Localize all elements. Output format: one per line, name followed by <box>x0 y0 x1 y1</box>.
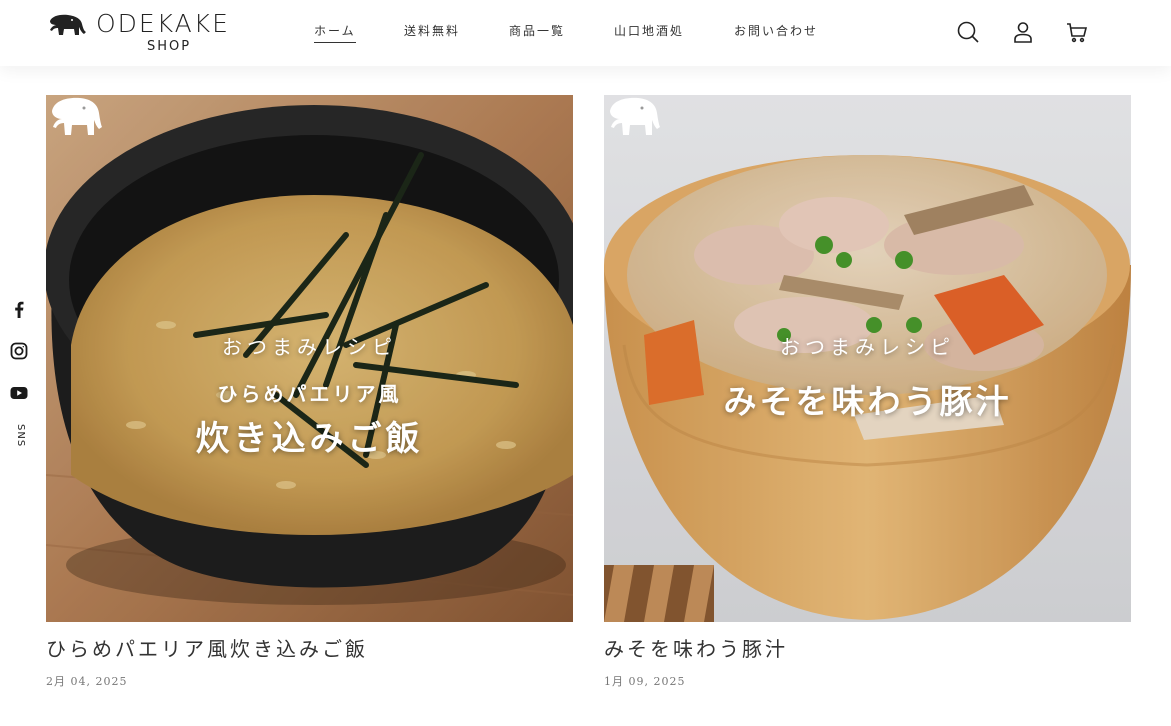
elephant-logo-icon <box>50 14 86 35</box>
overlay-kicker: おつまみレシピ <box>222 335 397 359</box>
article-image-takikomi[interactable]: おつまみレシピ ひらめパエリア風 炊き込みご飯 <box>46 95 573 622</box>
article-image-tonjiru[interactable]: おつまみレシピ みそを味わう豚汁 <box>604 95 1131 622</box>
youtube-icon[interactable] <box>10 384 28 402</box>
nav-products[interactable]: 商品一覧 <box>509 22 565 40</box>
account-icon[interactable] <box>1011 20 1035 44</box>
overlay-title: みそを味わう豚汁 <box>723 382 1012 421</box>
elephant-emblem-icon <box>610 97 660 135</box>
logo-subtext: SHOP <box>147 39 192 54</box>
nav-home[interactable]: ホーム <box>314 22 356 43</box>
overlay-subtitle: ひらめパエリア風 <box>217 382 402 406</box>
site-logo[interactable]: ODEKAKE SHOP <box>46 9 241 56</box>
article-date: 2月 04, 2025 <box>46 675 128 688</box>
article-title[interactable]: みそを味わう豚汁 <box>604 636 788 662</box>
article-date: 1月 09, 2025 <box>604 675 686 688</box>
logo-text: ODEKAKE <box>96 9 230 38</box>
instagram-icon[interactable] <box>10 342 28 360</box>
overlay-kicker: おつまみレシピ <box>780 335 955 359</box>
elephant-emblem-icon <box>52 97 102 135</box>
sns-label: SNS <box>15 424 26 448</box>
overlay-title: 炊き込みご飯 <box>195 419 424 459</box>
article-card-takikomi[interactable]: おつまみレシピ ひらめパエリア風 炊き込みご飯 ひらめパエリア風炊き込みご飯 2… <box>46 95 573 688</box>
facebook-icon[interactable] <box>10 300 28 318</box>
nav-contact[interactable]: お問い合わせ <box>734 22 818 40</box>
site-header: ODEKAKE SHOP ホーム 送料無料 商品一覧 山口地酒処 お問い合わせ <box>0 0 1171 66</box>
article-card-tonjiru[interactable]: おつまみレシピ みそを味わう豚汁 みそを味わう豚汁 1月 09, 2025 <box>604 95 1131 688</box>
cart-icon[interactable] <box>1065 20 1089 44</box>
nav-free-shipping[interactable]: 送料無料 <box>404 22 460 40</box>
nav-local-sake[interactable]: 山口地酒処 <box>614 22 684 40</box>
article-title[interactable]: ひらめパエリア風炊き込みご飯 <box>46 636 368 662</box>
search-icon[interactable] <box>956 20 980 44</box>
